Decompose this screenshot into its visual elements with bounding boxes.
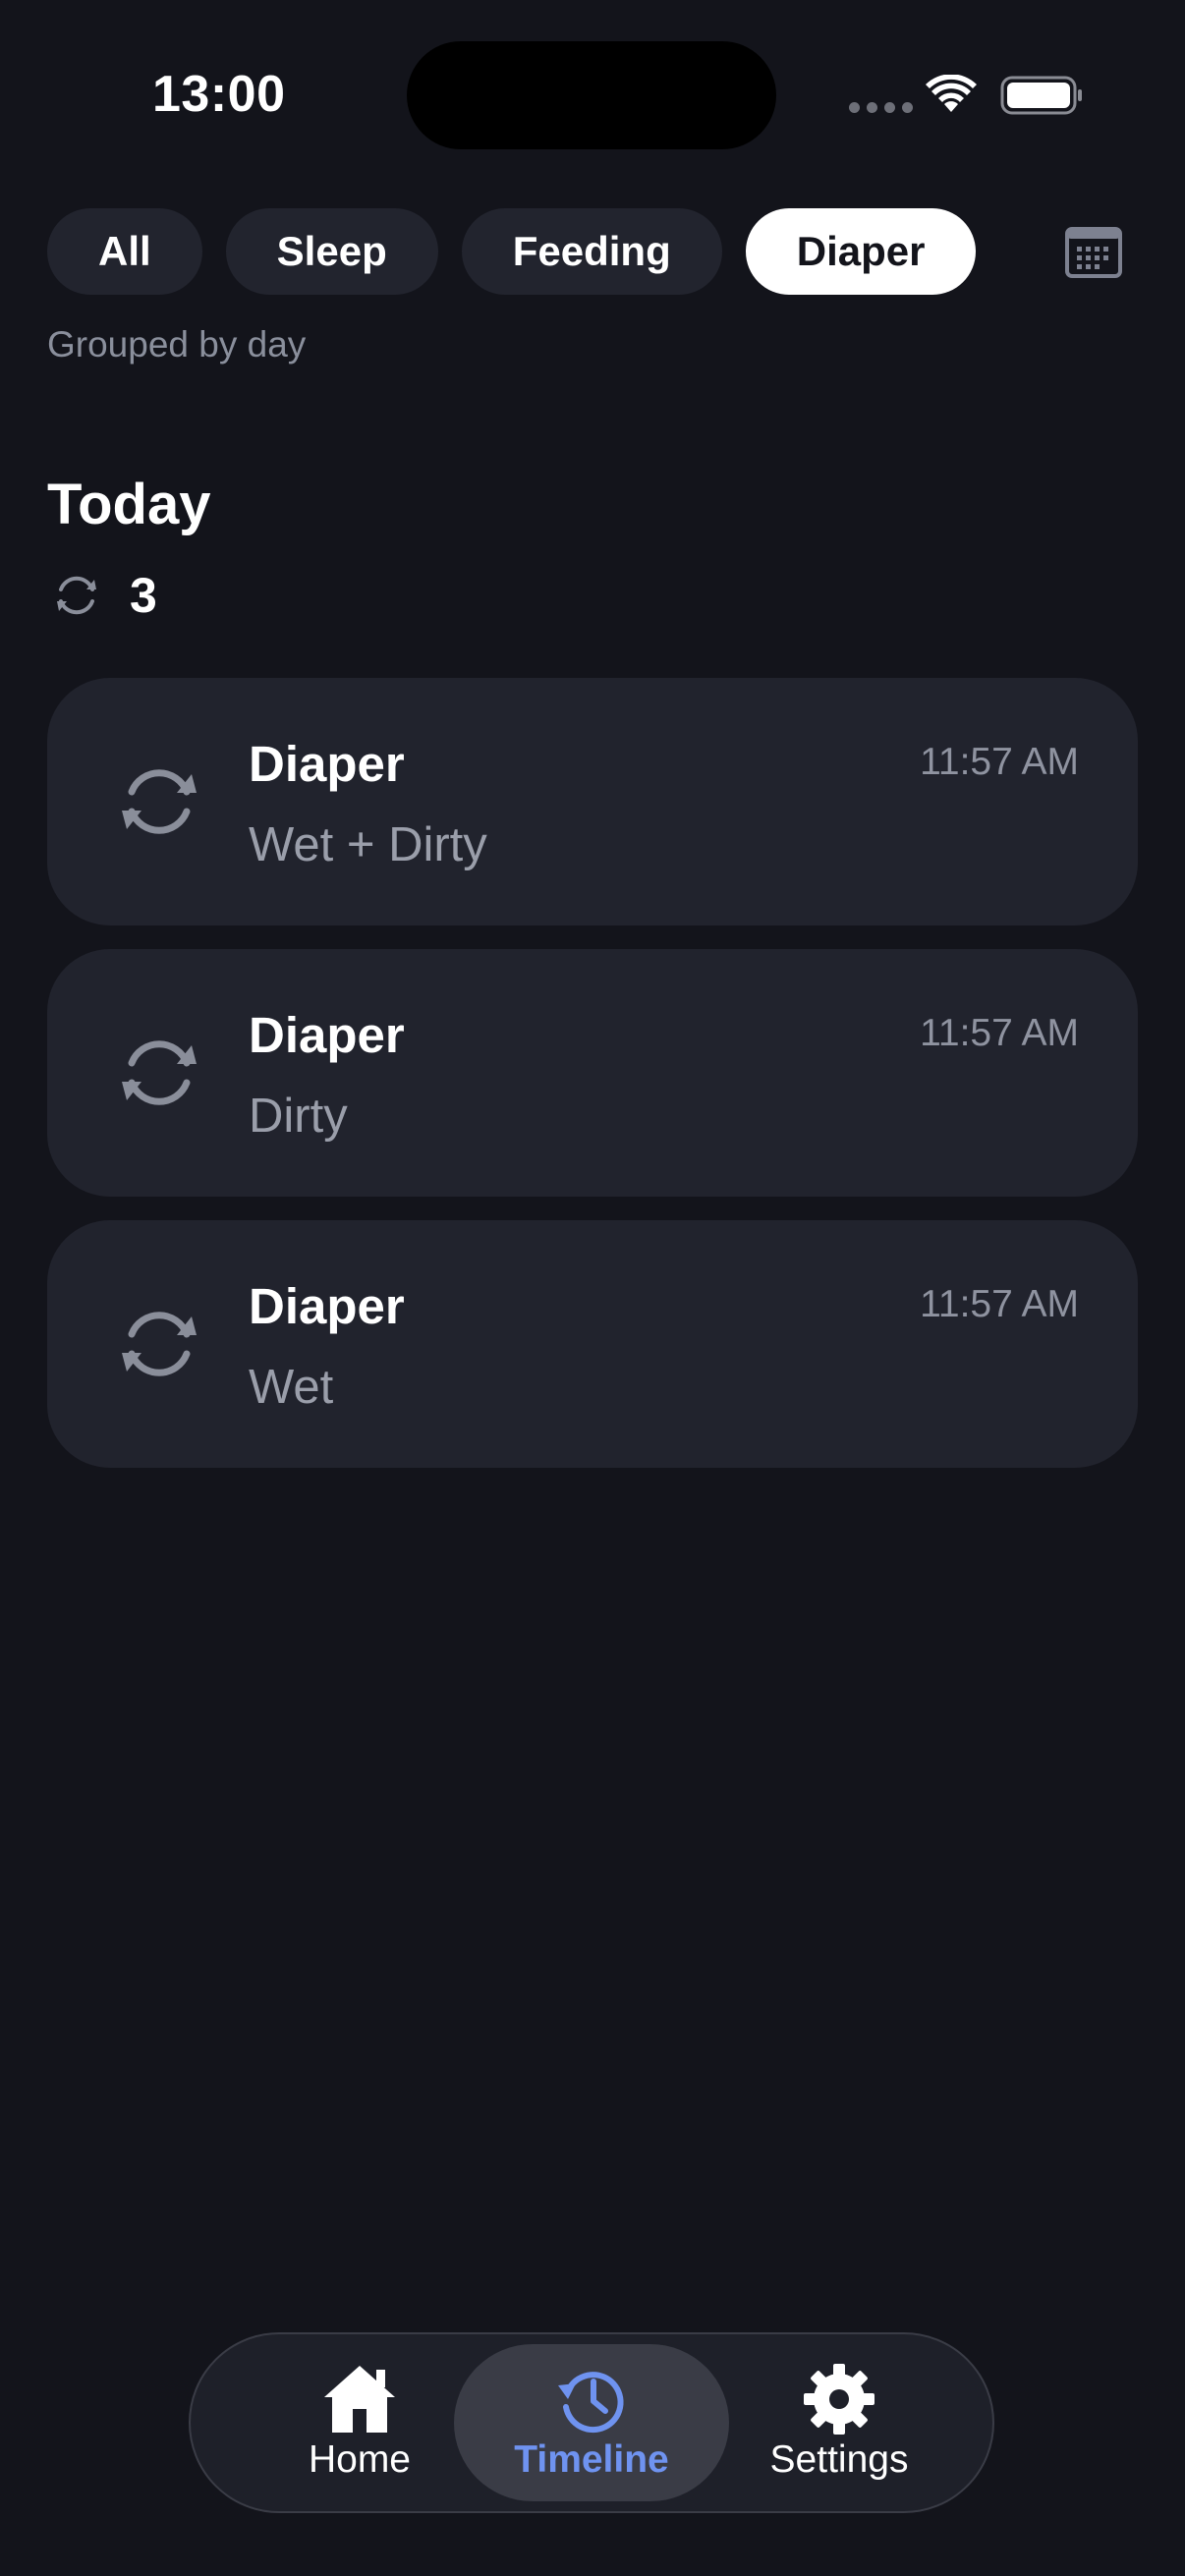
gear-icon [804,2364,875,2435]
wifi-icon [926,75,977,112]
section-title: Today [47,473,211,536]
tab-timeline[interactable]: Timeline [454,2344,729,2501]
event-detail: Dirty [249,1090,348,1143]
event-title: Diaper [249,736,405,792]
tab-bar: Home Timeline Settings [189,2332,994,2513]
filter-chip-diaper[interactable]: Diaper [745,208,977,295]
event-title: Diaper [249,1007,405,1063]
tab-home-label: Home [308,2438,412,2481]
battery-icon [1000,76,1082,115]
filter-chip-all[interactable]: All [47,208,202,295]
diaper-change-icon [122,1312,197,1376]
status-time: 13:00 [152,66,286,123]
tab-settings[interactable]: Settings [702,2344,977,2501]
diaper-change-icon [122,769,197,834]
tab-timeline-label: Timeline [514,2438,669,2481]
event-time: 11:57 AM [920,1012,1079,1054]
calendar-icon[interactable] [1063,221,1124,282]
event-time: 11:57 AM [920,741,1079,783]
timeline-screen: 13:00 All Sleep Feeding Diaper Grouped b… [0,0,1185,2576]
history-icon [558,2372,624,2434]
filter-chip-sleep[interactable]: Sleep [225,208,438,295]
diaper-change-icon [57,576,96,615]
event-title: Diaper [249,1278,405,1334]
grouping-label: Grouped by day [47,324,307,364]
event-time: 11:57 AM [920,1283,1079,1325]
event-card[interactable]: Diaper Wet + Dirty 11:57 AM [47,678,1138,925]
event-card[interactable]: Diaper Wet 11:57 AM [47,1220,1138,1468]
summary-count: 3 [130,568,157,623]
tab-settings-label: Settings [769,2438,909,2481]
diaper-change-icon [122,1040,197,1105]
event-card[interactable]: Diaper Dirty 11:57 AM [47,949,1138,1197]
event-detail: Wet [249,1361,334,1414]
filter-chip-feeding[interactable]: Feeding [461,208,722,295]
event-detail: Wet + Dirty [249,818,487,871]
home-icon [324,2366,395,2433]
cellular-signal-icon [849,102,913,113]
filter-chips: All Sleep Feeding Diaper [47,208,977,295]
dynamic-island [407,41,776,149]
